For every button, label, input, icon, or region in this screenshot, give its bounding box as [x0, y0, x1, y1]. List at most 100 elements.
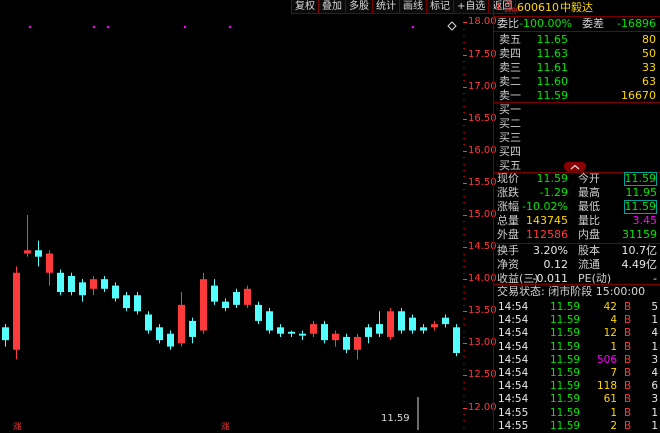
candle-body	[310, 324, 317, 334]
axis-minor-tick	[463, 266, 465, 268]
toolbar-button-1[interactable]: 叠加	[318, 0, 346, 14]
trade-count: 6	[651, 380, 658, 393]
quote-panel: L R 1000 600610 中毅达 委比 -100.00% 委差 -1689…	[494, 0, 660, 432]
trade-volume: 2	[610, 419, 617, 432]
bid-row: 买一	[494, 103, 660, 117]
candle-body	[244, 288, 251, 305]
candle-body	[24, 250, 31, 254]
candle-body	[255, 304, 262, 321]
toolbar-button-0[interactable]: 复权	[291, 0, 319, 14]
trade-row: 14:54 11.59 42 B 5	[494, 300, 660, 314]
candle-body	[200, 279, 207, 331]
kline-svg[interactable]: 11.59 涨 涨	[0, 0, 463, 433]
ask-volume: 50	[642, 47, 656, 60]
stat-value: 11.59	[536, 172, 569, 185]
trade-direction: B	[624, 380, 632, 393]
stat-label: 净资	[497, 258, 519, 271]
trade-row: 14:54 11.59 506 B 3	[494, 353, 660, 367]
toolbar-button-5[interactable]: 标记	[426, 0, 454, 14]
axis-minor-tick	[463, 324, 465, 326]
candle-body	[211, 285, 218, 302]
toolbar-button-3[interactable]: 统计	[372, 0, 400, 14]
trade-count: 3	[651, 393, 658, 406]
diamond-icon[interactable]	[447, 21, 457, 31]
trade-time: 14:54	[498, 340, 529, 353]
ask-row: 卖一 11.59 16670	[494, 89, 660, 103]
stock-code: 600610	[517, 1, 559, 14]
candle-body	[387, 311, 394, 337]
candle-body	[101, 279, 108, 289]
trade-count: 3	[651, 353, 658, 366]
candle-body	[13, 272, 20, 350]
axis-minor-tick	[463, 144, 465, 146]
trade-time: 14:54	[498, 314, 529, 327]
weibi-row: 委比 -100.00% 委差 -16896	[494, 17, 660, 31]
axis-minor-tick	[463, 240, 465, 242]
trade-direction: B	[624, 353, 632, 366]
toolbar-button-2[interactable]: 多股	[345, 0, 373, 14]
stat-value: 3.45	[632, 214, 658, 227]
trade-price: 11.59	[550, 327, 581, 340]
axis-minor-tick	[463, 163, 465, 165]
stat-label: 最高	[578, 186, 600, 199]
trade-row: 14:54 11.59 61 B 3	[494, 392, 660, 406]
ask-label: 卖五	[499, 33, 521, 46]
trade-direction: B	[624, 314, 632, 327]
trade-count: 5	[651, 301, 658, 313]
event-marker	[106, 25, 110, 29]
stat-value: 0.12	[543, 258, 569, 271]
trade-volume: 61	[603, 393, 617, 406]
axis-minor-tick	[463, 41, 465, 43]
stat-row: 总量 143745 量比 3.45	[494, 214, 660, 228]
stat-label: 现价	[497, 172, 519, 185]
trade-count: 1	[651, 406, 658, 419]
axis-minor-tick	[463, 298, 465, 300]
ask-volume: 63	[642, 75, 656, 88]
axis-minor-tick	[463, 253, 465, 255]
stock-title: L R 1000 600610 中毅达	[494, 0, 660, 15]
stat-value: 112586	[526, 228, 568, 241]
stat-value: 143745	[526, 214, 568, 227]
stat-label: 涨跌	[497, 186, 519, 199]
axis-minor-tick	[463, 112, 465, 114]
bottom-marker: 涨	[13, 422, 22, 430]
axis-minor-tick	[463, 388, 465, 390]
ask-label: 卖二	[499, 75, 521, 88]
candle-body	[420, 327, 427, 331]
ask-price: 11.63	[536, 47, 569, 60]
candle-body	[167, 333, 174, 347]
toolbar-button-4[interactable]: 画线	[399, 0, 427, 14]
trade-time: 14:54	[498, 353, 529, 366]
trade-row: 14:54 11.59 1 B 1	[494, 340, 660, 354]
axis-minor-tick	[463, 356, 465, 358]
price-axis: 18.00 17.50 17.00 16.50 16.00 15.50 15.00 14.50…	[463, 0, 497, 430]
candle-body	[376, 324, 383, 334]
axis-minor-tick	[463, 202, 465, 204]
candle-body	[2, 327, 9, 341]
title-badge: R	[506, 0, 512, 7]
weibi-value: -100.00%	[519, 17, 572, 30]
kline-chart[interactable]: 11.59 涨 涨	[0, 0, 463, 433]
trade-price: 11.59	[550, 393, 581, 406]
axis-minor-tick	[463, 67, 465, 69]
ask-price: 11.65	[536, 33, 569, 46]
trade-count: 4	[651, 327, 658, 340]
stat-label: 流通	[578, 258, 600, 271]
trade-direction: B	[624, 406, 632, 419]
candle-body	[343, 336, 350, 350]
candle-body	[35, 250, 42, 257]
ask-price: 11.61	[536, 61, 569, 74]
trade-price: 11.59	[550, 340, 581, 353]
axis-tick-mark	[463, 86, 467, 88]
ask-row: 卖三 11.61 33	[494, 61, 660, 75]
trade-count: 1	[651, 314, 658, 327]
expand-button[interactable]	[564, 162, 586, 171]
axis-minor-tick	[463, 137, 465, 139]
trade-volume: 1	[610, 340, 617, 353]
candle-body	[46, 253, 53, 273]
axis-minor-tick	[463, 48, 465, 50]
candle-body	[68, 275, 75, 293]
candle-body	[266, 311, 273, 331]
trade-price: 11.59	[550, 314, 581, 327]
trade-time: 14:54	[498, 301, 529, 313]
